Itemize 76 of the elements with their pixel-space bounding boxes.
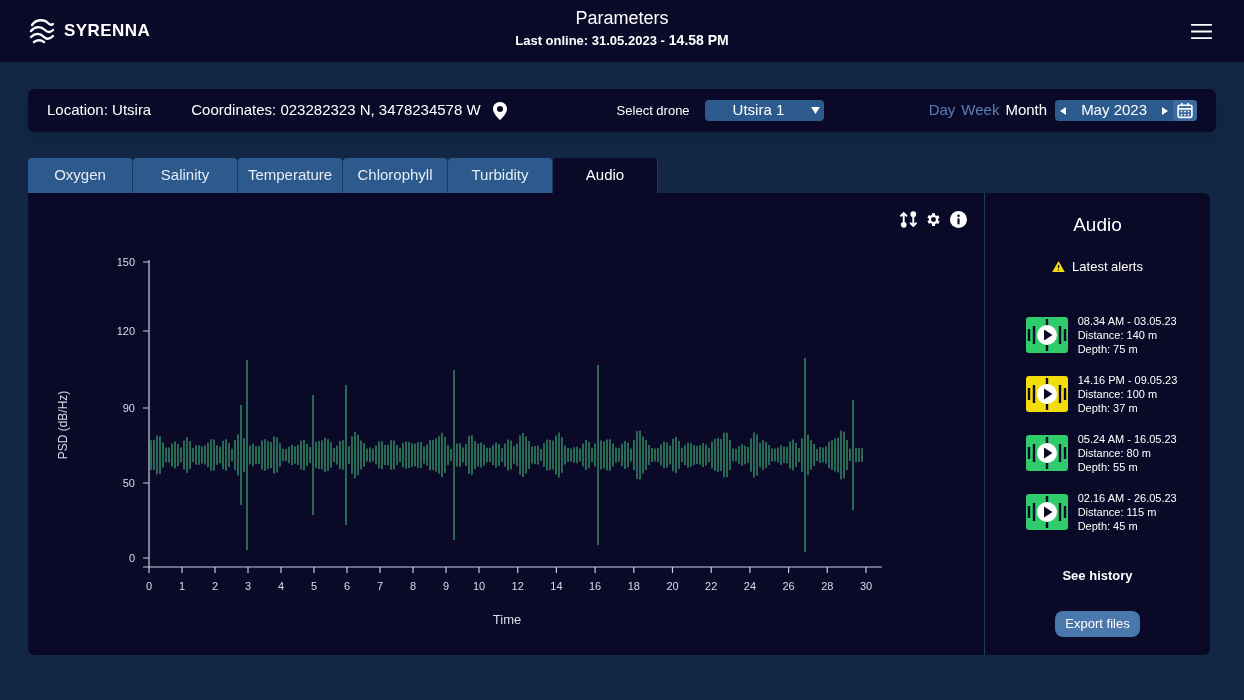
x-tick-label: 5 [310, 580, 318, 592]
calendar-icon[interactable] [1173, 100, 1197, 121]
previous-icon[interactable] [1060, 106, 1067, 115]
parameter-tab[interactable]: Salinity [133, 158, 238, 193]
alert-time: 14.16 PM - 09.05.23 [1077, 373, 1178, 387]
export-files-button[interactable]: Export files [1055, 611, 1140, 637]
x-tick-label: 9 [442, 580, 450, 592]
period-tab[interactable]: Month [1005, 99, 1048, 122]
coordinates-text: Coordinates: 023282323 N, 3478234578 W [191, 100, 481, 121]
logo-icon [28, 17, 56, 45]
play-audio-icon[interactable] [1025, 494, 1068, 530]
period-tab[interactable]: Day [928, 99, 956, 122]
x-tick-label: 1 [178, 580, 186, 592]
x-axis-title: Time [492, 612, 522, 627]
y-tick-label: 150 [116, 256, 135, 268]
alert-depth: Depth: 45 m [1077, 519, 1139, 533]
x-tick-label: 8 [409, 580, 417, 592]
swap-icon[interactable] [900, 211, 917, 228]
x-tick-label: 2 [211, 580, 219, 592]
dropdown-caret-icon [810, 107, 820, 114]
brand-name: SYRENNA [64, 20, 151, 43]
alert-depth: Depth: 37 m [1077, 401, 1139, 415]
parameter-tab[interactable]: Audio [553, 158, 658, 193]
settings-icon[interactable] [925, 211, 942, 228]
drone-select[interactable]: Utsira 1 [704, 100, 824, 121]
menu-icon[interactable] [1190, 22, 1213, 40]
x-tick-label: 26 [782, 580, 795, 592]
page-title: Parameters [575, 7, 669, 30]
alert-distance: Distance: 80 m [1077, 446, 1153, 460]
parameter-tab[interactable]: Chlorophyll [343, 158, 448, 193]
x-tick-label: 16 [588, 580, 602, 592]
info-icon[interactable] [950, 211, 967, 228]
alert-distance: Distance: 115 m [1077, 505, 1158, 519]
x-tick-label: 22 [705, 580, 718, 592]
y-tick-label: 0 [128, 552, 135, 564]
y-tick-label: 120 [116, 325, 135, 337]
alert-distance: Distance: 140 m [1077, 328, 1159, 342]
x-tick-label: 10 [472, 580, 486, 592]
y-tick-label: 50 [122, 477, 135, 489]
map-pin-icon [492, 101, 507, 120]
parameter-tab[interactable]: Temperature [238, 158, 343, 193]
x-tick-label: 4 [277, 580, 285, 592]
alert-time: 05.24 AM - 16.05.23 [1077, 432, 1177, 446]
drone-label: Select drone [616, 101, 690, 120]
y-tick-label: 90 [122, 402, 135, 414]
alert-distance: Distance: 100 m [1077, 387, 1159, 401]
see-history-link[interactable]: See history [1062, 566, 1133, 586]
period-tab[interactable]: Week [961, 99, 1000, 122]
x-tick-label: 28 [821, 580, 834, 592]
x-tick-label: 20 [666, 580, 679, 592]
warning-icon [1052, 260, 1066, 272]
x-tick-label: 30 [859, 580, 873, 592]
panel-title: Audio [1073, 213, 1122, 237]
last-online-text: Last online: 31.05.2023 - 14.58 PM [515, 31, 729, 50]
x-tick-label: 14 [550, 580, 563, 592]
x-tick-label: 24 [743, 580, 757, 592]
play-audio-icon[interactable] [1025, 317, 1068, 353]
x-tick-label: 7 [376, 580, 384, 592]
x-tick-label: 0 [145, 580, 153, 592]
location-text: Location: Utsira [47, 100, 152, 121]
alert-time: 02.16 AM - 26.05.23 [1077, 491, 1177, 505]
alert-time: 08.34 AM - 03.05.23 [1077, 314, 1177, 328]
alerts-heading: Latest alerts [1072, 257, 1143, 276]
x-tick-label: 3 [244, 580, 252, 592]
x-tick-label: 12 [511, 580, 524, 592]
alert-depth: Depth: 75 m [1077, 342, 1139, 356]
next-icon[interactable] [1162, 106, 1168, 115]
y-axis-title: PSD (dB/Hz) [56, 390, 70, 460]
x-tick-label: 6 [343, 580, 351, 592]
parameter-tab[interactable]: Oxygen [28, 158, 133, 193]
month-picker[interactable]: May 2023 [1055, 100, 1197, 121]
parameter-tab[interactable]: Turbidity [448, 158, 553, 193]
play-audio-icon[interactable] [1025, 435, 1068, 471]
x-tick-label: 18 [627, 580, 640, 592]
alert-depth: Depth: 55 m [1077, 460, 1139, 474]
play-audio-icon[interactable] [1025, 376, 1068, 412]
